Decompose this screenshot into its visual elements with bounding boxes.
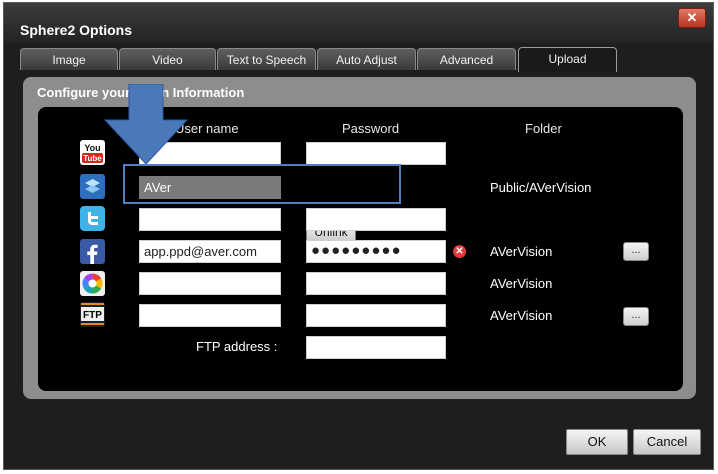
- facebook-username-input[interactable]: app.ppd@aver.com: [139, 240, 281, 263]
- facebook-password-input[interactable]: ●●●●●●●●●: [306, 240, 446, 263]
- picasa-icon: [80, 271, 105, 296]
- ftp-browse-button[interactable]: ...: [623, 307, 649, 326]
- folder-header: Folder: [525, 121, 562, 136]
- ftp-address-input[interactable]: [306, 336, 446, 359]
- password-header: Password: [342, 121, 400, 136]
- facebook-folder: AVerVision: [490, 244, 553, 259]
- twitter-username-input[interactable]: [139, 208, 281, 231]
- options-window: Sphere2 Options ✕ Image Video Text to Sp…: [3, 2, 714, 470]
- close-button[interactable]: ✕: [678, 8, 706, 28]
- dropbox-icon: [80, 174, 105, 199]
- ftp-icon: FTP: [80, 302, 105, 327]
- ftp-password-input[interactable]: [306, 304, 446, 327]
- tab-text-to-speech[interactable]: Text to Speech: [217, 48, 316, 70]
- cancel-button[interactable]: Cancel: [633, 429, 701, 455]
- ftp-folder: AVerVision: [490, 308, 553, 323]
- facebook-icon: [80, 239, 105, 264]
- tab-auto-adjust[interactable]: Auto Adjust: [317, 48, 416, 70]
- svg-text:FTP: FTP: [83, 310, 102, 321]
- svg-text:You: You: [84, 143, 100, 153]
- svg-text:Tube: Tube: [83, 154, 102, 163]
- ftp-username-input[interactable]: [139, 304, 281, 327]
- picasa-folder: AVerVision: [490, 276, 553, 291]
- twitter-icon: [80, 206, 105, 231]
- picasa-password-input[interactable]: [306, 272, 446, 295]
- tab-video[interactable]: Video: [119, 48, 216, 70]
- twitter-password-input[interactable]: [306, 208, 446, 231]
- down-arrow-icon: [103, 84, 189, 165]
- highlight-box: [123, 164, 401, 204]
- picasa-username-input[interactable]: [139, 272, 281, 295]
- title-bar: Sphere2 Options ✕: [4, 3, 713, 43]
- tab-upload[interactable]: Upload: [518, 47, 617, 72]
- youtube-password-input[interactable]: [306, 142, 446, 165]
- window-title: Sphere2 Options: [20, 22, 133, 38]
- tab-advanced[interactable]: Advanced: [417, 48, 516, 70]
- tab-image[interactable]: Image: [20, 48, 118, 70]
- error-icon: ✕: [453, 245, 466, 258]
- ftp-address-label: FTP address :: [196, 339, 278, 354]
- ok-button[interactable]: OK: [566, 429, 628, 455]
- facebook-browse-button[interactable]: ...: [623, 242, 649, 261]
- dropbox-folder: Public/AVerVision: [490, 180, 592, 195]
